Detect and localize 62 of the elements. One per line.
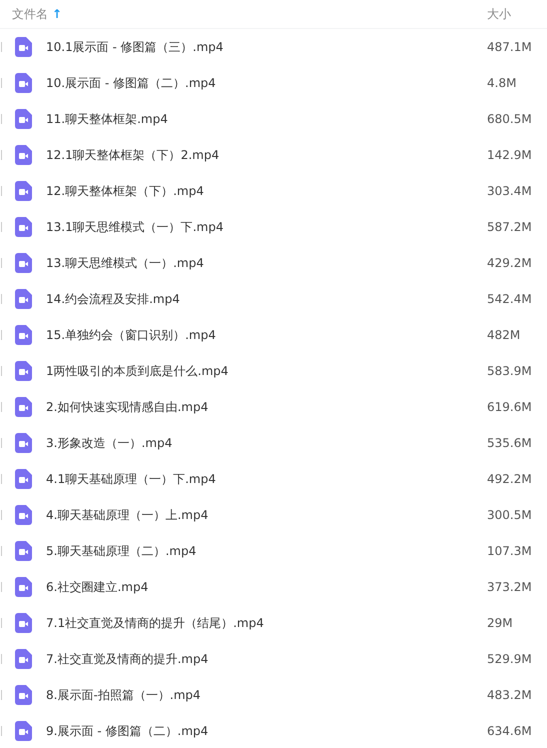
- file-name[interactable]: 13.聊天思维模式（一）.mp4: [46, 254, 487, 272]
- file-size: 587.2M: [487, 220, 533, 234]
- video-file-icon: [15, 253, 32, 273]
- file-name[interactable]: 4.聊天基础原理（一）上.mp4: [46, 506, 487, 524]
- file-name[interactable]: 15.单独约会（窗口识别）.mp4: [46, 326, 487, 344]
- file-size: 487.1M: [487, 40, 533, 54]
- column-header[interactable]: 大小: [487, 6, 547, 22]
- file-name[interactable]: 2.如何快速实现情感自由.mp4: [46, 398, 487, 416]
- video-file-icon: [15, 217, 32, 237]
- file-size: 634.6M: [487, 724, 533, 738]
- file-size: 492.2M: [487, 472, 533, 486]
- file-name[interactable]: 12.聊天整体框架（下）.mp4: [46, 182, 487, 200]
- video-file-icon: [15, 145, 32, 165]
- file-size: 542.4M: [487, 292, 533, 306]
- file-size: 29M: [487, 616, 514, 630]
- file-name[interactable]: 4.1聊天基础原理（一）下.mp4: [46, 470, 487, 488]
- file-name[interactable]: 1两性吸引的本质到底是什么.mp4: [46, 362, 487, 380]
- video-file-icon: [15, 505, 32, 525]
- file-name[interactable]: 6.社交圈建立.mp4: [46, 578, 487, 596]
- file-name[interactable]: 10.1展示面 - 修图篇（三）.mp4: [46, 38, 487, 56]
- file-size: 619.6M: [487, 400, 533, 414]
- file-name[interactable]: 13.1聊天思维模式（一）下.mp4: [46, 218, 487, 236]
- file-name[interactable]: 9.展示面 - 修图篇（二）.mp4: [46, 722, 487, 740]
- file-name[interactable]: 12.1聊天整体框架（下）2.mp4: [46, 146, 487, 164]
- file-size: 529.9M: [487, 652, 533, 666]
- file-size: 373.2M: [487, 580, 533, 594]
- file-size: 142.9M: [487, 148, 533, 162]
- video-file-icon: [15, 433, 32, 453]
- video-file-icon: [15, 181, 32, 201]
- file-name[interactable]: 11.聊天整体框架.mp4: [46, 110, 487, 128]
- video-file-icon: [15, 469, 32, 489]
- video-file-icon: [15, 37, 32, 57]
- video-file-icon: [15, 649, 32, 669]
- file-size: 429.2M: [487, 256, 533, 270]
- file-name[interactable]: 5.聊天基础原理（二）.mp4: [46, 542, 487, 560]
- video-file-icon: [15, 685, 32, 705]
- file-name[interactable]: 10.展示面 - 修图篇（二）.mp4: [46, 74, 487, 92]
- file-size: 680.5M: [487, 112, 533, 126]
- video-file-icon: [15, 721, 32, 741]
- file-size: 583.9M: [487, 364, 533, 378]
- file-name[interactable]: 14.约会流程及安排.mp4: [46, 290, 487, 308]
- video-file-icon: [15, 613, 32, 633]
- file-size: 482M: [487, 328, 522, 342]
- video-file-icon: [15, 325, 32, 345]
- file-size: 300.5M: [487, 508, 533, 522]
- file-name[interactable]: 7.社交直觉及情商的提升.mp4: [46, 650, 487, 668]
- file-name[interactable]: 3.形象改造（一）.mp4: [46, 434, 487, 452]
- file-size: 535.6M: [487, 436, 533, 450]
- file-size: 107.3M: [487, 544, 533, 558]
- column-header[interactable]: 文件名: [12, 6, 48, 22]
- file-size: 483.2M: [487, 688, 533, 702]
- file-size: 4.8M: [487, 76, 518, 90]
- file-size: 303.4M: [487, 184, 533, 198]
- video-file-icon: [15, 397, 32, 417]
- video-file-icon: [15, 109, 32, 129]
- video-file-icon: [15, 73, 32, 93]
- video-file-icon: [15, 289, 32, 309]
- file-name[interactable]: 7.1社交直觉及情商的提升（结尾）.mp4: [46, 614, 487, 632]
- file-name[interactable]: 8.展示面-拍照篇（一）.mp4: [46, 686, 487, 704]
- video-file-icon: [15, 361, 32, 381]
- video-file-icon: [15, 541, 32, 561]
- video-file-icon: [15, 577, 32, 597]
